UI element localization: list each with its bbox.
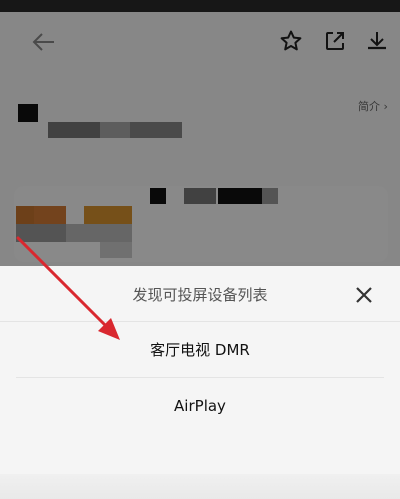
cast-device-sheet: 发现可投屏设备列表 客厅电视 DMR AirPlay (0, 266, 400, 499)
device-label: AirPlay (174, 397, 226, 415)
sheet-footer (0, 474, 400, 499)
device-label: 客厅电视 DMR (150, 341, 250, 359)
close-icon (356, 287, 372, 303)
device-item-living-room-tv[interactable]: 客厅电视 DMR (16, 322, 384, 378)
sheet-header: 发现可投屏设备列表 (0, 266, 400, 322)
close-button[interactable] (352, 283, 376, 307)
sheet-title: 发现可投屏设备列表 (132, 286, 268, 304)
device-item-airplay[interactable]: AirPlay (16, 378, 384, 434)
